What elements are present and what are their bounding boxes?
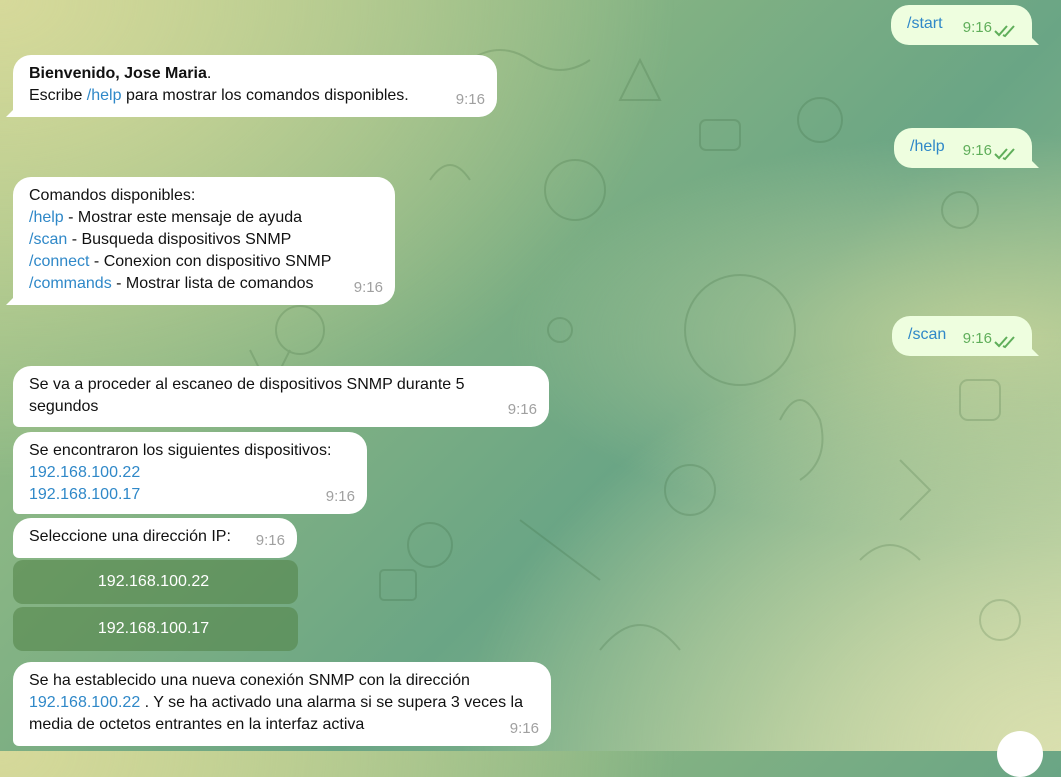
double-check-icon bbox=[994, 25, 1015, 38]
message-line: media de octetos entrantes en la interfa… bbox=[29, 716, 365, 733]
command-link[interactable]: /connect bbox=[29, 253, 89, 270]
command-row-connect: /connect - Conexion con dispositivo SNMP bbox=[29, 251, 379, 273]
message-line: Se va a proceder al escaneo de dispositi… bbox=[29, 376, 465, 393]
message-text: Seleccione una dirección IP: bbox=[29, 528, 231, 545]
command-desc: - Busqueda dispositivos SNMP bbox=[67, 231, 292, 248]
command-row-help: /help - Mostrar este mensaje de ayuda bbox=[29, 207, 379, 229]
outgoing-message-start: /start 9:16 bbox=[891, 5, 1032, 45]
inline-keyboard-button-ip-1[interactable]: 192.168.100.22 bbox=[13, 560, 298, 604]
message-line: segundos bbox=[29, 398, 99, 415]
incoming-message-select-ip: Seleccione una dirección IP: 9:16 bbox=[13, 518, 297, 558]
message-time: 9:16 bbox=[509, 720, 539, 737]
double-check-icon bbox=[994, 148, 1015, 161]
text-post: para mostrar los comandos disponibles. bbox=[121, 87, 409, 104]
inline-keyboard-button-ip-2[interactable]: 192.168.100.17 bbox=[13, 607, 298, 651]
message-time: 9:16 bbox=[255, 532, 285, 549]
message-time: 9:16 bbox=[353, 279, 383, 296]
message-time: 9:16 bbox=[325, 488, 355, 505]
command-link[interactable]: /scan bbox=[29, 231, 67, 248]
incoming-message-scanning: Se va a proceder al escaneo de dispositi… bbox=[13, 366, 549, 427]
period: . bbox=[206, 65, 212, 82]
scroll-down-button[interactable] bbox=[997, 731, 1043, 777]
command-link[interactable]: /help bbox=[87, 87, 122, 104]
command-link[interactable]: /scan bbox=[908, 326, 946, 343]
command-link[interactable]: /help bbox=[29, 209, 64, 226]
message-line: Se ha establecido una nueva conexión SNM… bbox=[29, 672, 470, 689]
command-desc: - Conexion con dispositivo SNMP bbox=[89, 253, 332, 270]
user-name: Bienvenido, Jose Maria bbox=[29, 65, 207, 82]
incoming-message-devices: Se encontraron los siguientes dispositiv… bbox=[13, 432, 367, 514]
message-time: 9:16 bbox=[962, 330, 992, 347]
double-check-icon bbox=[994, 336, 1015, 349]
command-row-commands: /commands - Mostrar lista de comandos bbox=[29, 273, 379, 295]
commands-title: Comandos disponibles: bbox=[29, 187, 196, 204]
command-link[interactable]: /commands bbox=[29, 275, 112, 292]
outgoing-message-help: /help 9:16 bbox=[894, 128, 1032, 168]
message-line: . Y se ha activado una alarma si se supe… bbox=[140, 694, 523, 711]
text-pre: Escribe bbox=[29, 87, 87, 104]
command-desc: - Mostrar este mensaje de ayuda bbox=[63, 209, 303, 226]
devices-title: Se encontraron los siguientes dispositiv… bbox=[29, 442, 332, 459]
command-link[interactable]: /start bbox=[907, 15, 943, 32]
ip-link[interactable]: 192.168.100.22 bbox=[29, 694, 140, 711]
incoming-message-connection: Se ha establecido una nueva conexión SNM… bbox=[13, 662, 551, 746]
incoming-message-commands: Comandos disponibles: /help - Mostrar es… bbox=[13, 177, 395, 305]
command-row-scan: /scan - Busqueda dispositivos SNMP bbox=[29, 229, 379, 251]
command-link[interactable]: /help bbox=[910, 138, 945, 155]
command-desc: - Mostrar lista de comandos bbox=[111, 275, 314, 292]
ip-link[interactable]: 192.168.100.17 bbox=[29, 486, 140, 503]
message-time: 9:16 bbox=[962, 142, 992, 159]
incoming-message-welcome: Bienvenido, Jose Maria. Escribe /help pa… bbox=[13, 55, 497, 117]
message-time: 9:16 bbox=[455, 91, 485, 108]
ip-link[interactable]: 192.168.100.22 bbox=[29, 464, 140, 481]
message-time: 9:16 bbox=[962, 19, 992, 36]
outgoing-message-scan: /scan 9:16 bbox=[892, 316, 1032, 356]
message-time: 9:16 bbox=[507, 401, 537, 418]
